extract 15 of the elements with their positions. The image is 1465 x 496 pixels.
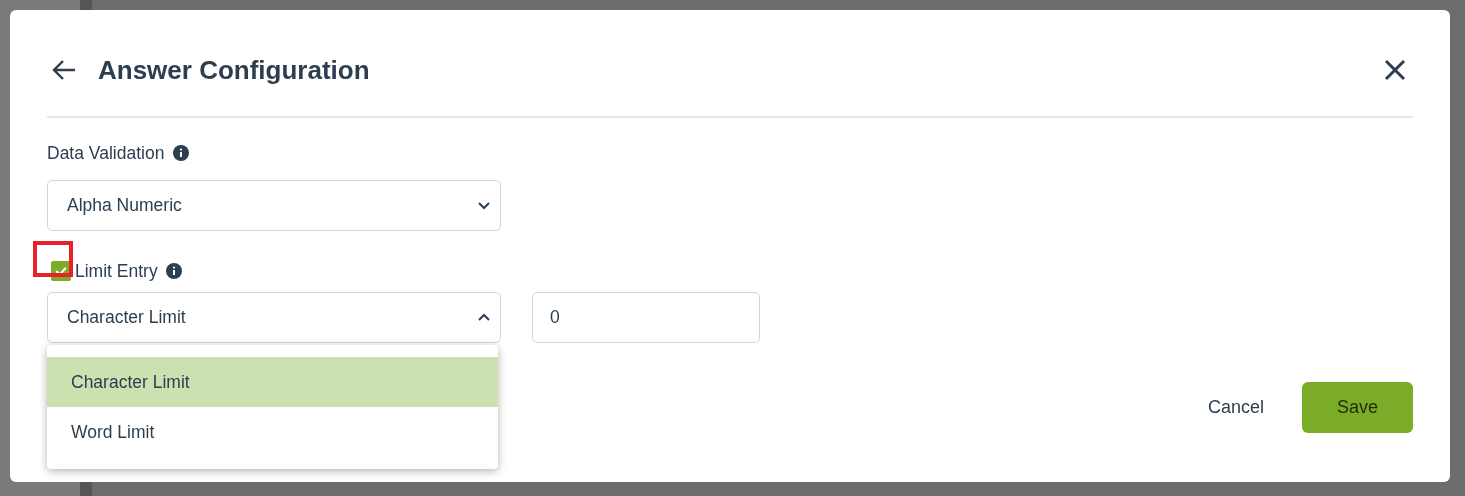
select-field[interactable]: Alpha Numeric [47,180,501,231]
chevron-down-icon [477,199,491,212]
dropdown-option[interactable]: Word Limit [47,407,498,457]
select-field[interactable]: Character Limit [47,292,501,343]
field-label: Data Validation [47,142,165,164]
checkbox-label: Limit Entry [75,260,158,282]
cancel-button[interactable]: Cancel [1207,397,1264,418]
dialog-title: Answer Configuration [98,54,370,86]
info-icon[interactable] [173,145,190,161]
close-icon[interactable] [1384,59,1406,81]
info-icon[interactable] [165,263,182,279]
number-field[interactable]: 0 [532,292,760,343]
back-arrow-icon[interactable] [51,59,77,81]
save-button[interactable]: Save [1302,382,1413,433]
dropdown-option[interactable]: Character Limit [47,357,498,407]
